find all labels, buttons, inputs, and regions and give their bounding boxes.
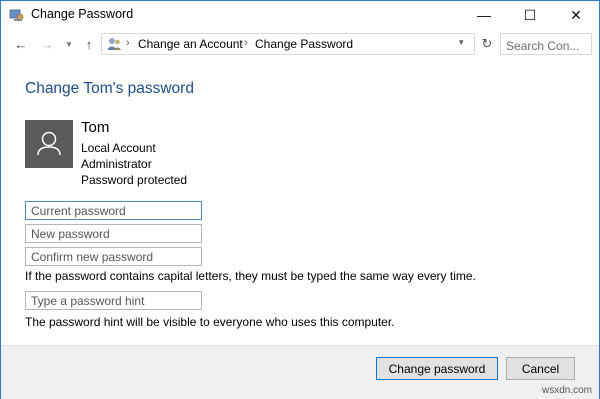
maximize-button[interactable]: ☐ bbox=[507, 1, 553, 29]
search-input[interactable] bbox=[500, 33, 592, 55]
address-dropdown-icon[interactable]: ▾ bbox=[459, 37, 464, 48]
back-arrow-icon[interactable]: ← bbox=[13, 35, 29, 53]
address-bar[interactable]: › Change an Account › Change Password ▾ bbox=[101, 33, 475, 55]
password-status: Password protected bbox=[81, 173, 188, 187]
password-hint-field[interactable] bbox=[25, 291, 202, 310]
recent-locations-chevron-icon[interactable]: ▾ bbox=[63, 35, 75, 53]
change-password-window: Change Password — ☐ ✕ ← → ▾ ↑ › Change a… bbox=[0, 0, 600, 399]
account-type: Local Account bbox=[81, 141, 156, 155]
user-accounts-icon bbox=[106, 36, 122, 52]
navigation-bar: ← → ▾ ↑ › Change an Account › Change Pas… bbox=[1, 29, 599, 60]
cancel-button[interactable]: Cancel bbox=[506, 357, 575, 380]
watermark: wsxdn.com bbox=[542, 385, 593, 396]
control-panel-icon bbox=[9, 7, 25, 23]
page-title: Change Tom's password bbox=[25, 80, 194, 97]
change-password-button[interactable]: Change password bbox=[376, 357, 498, 380]
capital-letters-note: If the password contains capital letters… bbox=[25, 269, 476, 283]
forward-arrow-icon[interactable]: → bbox=[39, 35, 55, 53]
main-content: Change Tom's password Tom Local Account … bbox=[1, 60, 599, 345]
title-bar: Change Password — ☐ ✕ bbox=[1, 1, 599, 29]
up-arrow-icon[interactable]: ↑ bbox=[81, 35, 97, 53]
close-button[interactable]: ✕ bbox=[553, 1, 599, 29]
account-role: Administrator bbox=[81, 157, 152, 171]
confirm-password-field[interactable] bbox=[25, 247, 202, 266]
new-password-field[interactable] bbox=[25, 224, 202, 243]
breadcrumb-separator[interactable]: › bbox=[244, 37, 248, 49]
refresh-icon[interactable]: ↻ bbox=[477, 33, 497, 55]
current-password-field[interactable] bbox=[25, 201, 202, 220]
breadcrumb-change-password[interactable]: Change Password bbox=[255, 37, 353, 51]
minimize-button[interactable]: — bbox=[461, 1, 507, 29]
user-avatar-icon bbox=[25, 120, 73, 168]
breadcrumb-change-an-account[interactable]: Change an Account bbox=[138, 37, 243, 51]
hint-visibility-note: The password hint will be visible to eve… bbox=[25, 315, 395, 329]
dialog-footer: Change password Cancel wsxdn.com bbox=[1, 345, 599, 399]
user-name: Tom bbox=[81, 119, 110, 136]
breadcrumb-separator: › bbox=[126, 37, 130, 49]
window-title: Change Password bbox=[31, 7, 134, 21]
